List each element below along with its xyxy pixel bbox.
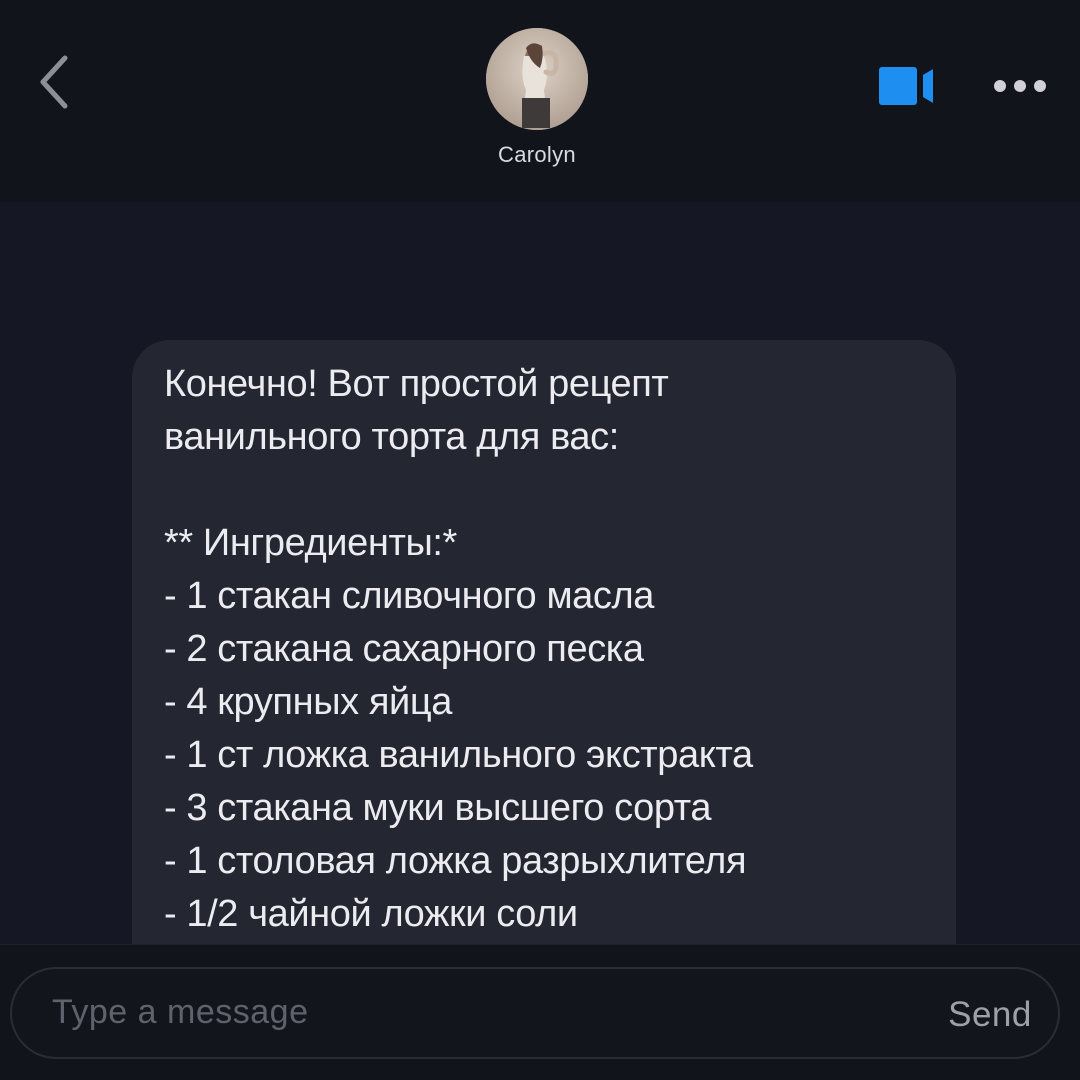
back-button[interactable] [28, 52, 78, 112]
message-line: - 1 столовая ложка разрыхлителя [164, 840, 747, 882]
contact-name: Carolyn [498, 142, 576, 167]
message-line: Конечно! Вот простой рецепт [164, 363, 669, 405]
chevron-left-icon [40, 55, 68, 109]
message-line: ** Ингредиенты:* [164, 522, 457, 564]
message-line: - 4 крупных яйца [164, 681, 452, 723]
message-line: - 1/2 чайной ложки соли [164, 893, 578, 935]
message-bubble[interactable]: Конечно! Вот простой рецепт ванильного т… [132, 340, 956, 944]
more-horizontal-icon [994, 80, 1046, 92]
more-options-button[interactable] [988, 64, 1052, 108]
message-line [164, 464, 926, 517]
video-call-button[interactable] [872, 62, 948, 110]
video-camera-icon [879, 67, 933, 105]
message-input-placeholder[interactable]: Type a message [52, 993, 308, 1032]
message-line: - 2 стакана сахарного песка [164, 628, 644, 670]
message-line: ванильного торта для вас: [164, 416, 619, 458]
message-line: - 3 стакана муки высшего сорта [164, 787, 712, 829]
message-line: - 1 ст ложка ванильного экстракта [164, 734, 753, 776]
message-line: - 1 стакан сливочного масла [164, 575, 655, 617]
composer: Type a message Send [0, 944, 1080, 1080]
avatar[interactable] [486, 28, 588, 130]
chat-screen: Carolyn Конечно! Вот простой рецепт вани… [0, 0, 1080, 1080]
message-list[interactable]: Конечно! Вот простой рецепт ванильного т… [0, 202, 1080, 944]
chat-header: Carolyn [0, 0, 1080, 202]
send-button[interactable]: Send [930, 987, 1050, 1043]
